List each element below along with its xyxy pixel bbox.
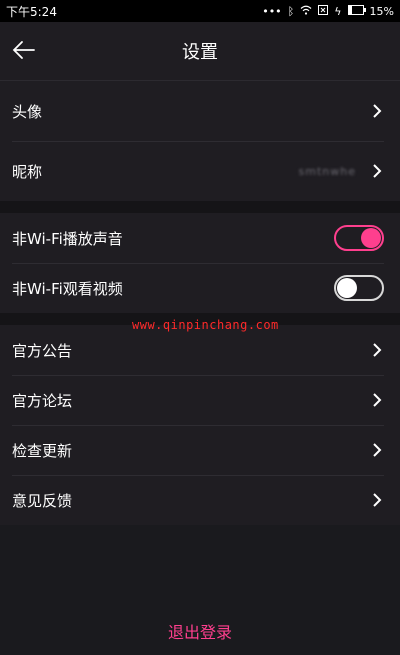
non-wifi-video-toggle[interactable]	[334, 275, 384, 301]
bottom-area: 退出登录	[0, 525, 400, 645]
battery-text: 15%	[369, 4, 394, 18]
page-title: 设置	[182, 42, 218, 63]
non-wifi-video-row: 非Wi-Fi观看视频	[0, 263, 400, 313]
non-wifi-audio-toggle[interactable]	[334, 225, 384, 251]
feedback-row[interactable]: 意见反馈	[0, 475, 400, 525]
charging-icon: ϟ	[334, 4, 342, 18]
toggle-knob	[361, 228, 381, 248]
back-arrow-icon[interactable]	[12, 40, 36, 60]
forum-label: 官方论坛	[12, 391, 73, 410]
profile-group: 头像 昵称 smtnwhe	[0, 81, 400, 201]
chevron-right-icon	[370, 492, 384, 508]
feedback-label: 意见反馈	[12, 491, 73, 510]
logout-button[interactable]: 退出登录	[0, 619, 400, 643]
announcement-label: 官方公告	[12, 341, 73, 360]
avatar-label: 头像	[12, 102, 43, 121]
non-wifi-audio-label: 非Wi-Fi播放声音	[12, 229, 123, 248]
misc-group: 官方公告 官方论坛 检查更新 意见反馈	[0, 325, 400, 525]
dots-icon: •••	[262, 4, 282, 18]
nickname-row[interactable]: 昵称 smtnwhe	[0, 141, 400, 201]
toggle-knob	[337, 278, 357, 298]
check-update-row[interactable]: 检查更新	[0, 425, 400, 475]
sim-icon	[318, 4, 329, 18]
bluetooth-icon: ᛒ	[287, 4, 295, 18]
check-update-label: 检查更新	[12, 441, 73, 460]
chevron-right-icon	[370, 342, 384, 358]
media-group: 非Wi-Fi播放声音 非Wi-Fi观看视频	[0, 213, 400, 313]
nickname-value: smtnwhe	[298, 164, 356, 178]
non-wifi-video-label: 非Wi-Fi观看视频	[12, 279, 123, 298]
battery-icon	[347, 4, 366, 18]
status-icons: ••• ᛒ ϟ 15%	[262, 4, 394, 18]
section-divider	[0, 201, 400, 213]
nickname-label: 昵称	[12, 162, 43, 181]
chevron-right-icon	[370, 163, 384, 179]
status-bar: 下午5:24 ••• ᛒ ϟ 15%	[0, 0, 400, 22]
avatar-row[interactable]: 头像	[0, 81, 400, 141]
chevron-right-icon	[370, 442, 384, 458]
chevron-right-icon	[370, 103, 384, 119]
wifi-icon	[300, 5, 312, 18]
chevron-right-icon	[370, 392, 384, 408]
non-wifi-audio-row: 非Wi-Fi播放声音	[0, 213, 400, 263]
status-time: 下午5:24	[6, 4, 57, 19]
announcement-row[interactable]: 官方公告	[0, 325, 400, 375]
watermark-text: www.qinpinchang.com	[132, 318, 279, 332]
forum-row[interactable]: 官方论坛	[0, 375, 400, 425]
header: 设置	[0, 22, 400, 81]
